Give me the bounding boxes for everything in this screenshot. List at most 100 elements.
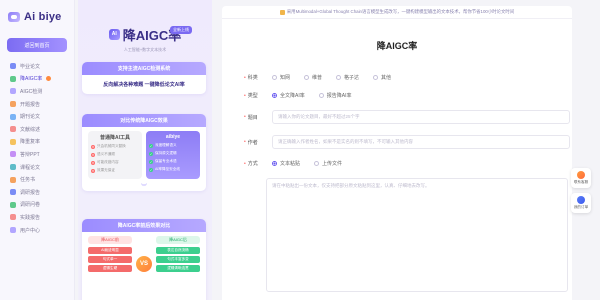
compare-row: ✓ 深度理解语义: [149, 143, 197, 148]
sidebar-item-user-center[interactable]: 用户中心: [0, 224, 74, 237]
title-input[interactable]: 请输入你的论文题目，最好不超过25个字: [272, 110, 570, 124]
compare-text: AI率降至安全线: [155, 167, 180, 171]
sidebar-item-proposal[interactable]: 开题报告: [0, 98, 74, 111]
compare-text: 深度理解语义: [155, 143, 177, 147]
form-row-author: • 作者 请正确输入作者姓名，如果不是实名的则不填写，不可输入其他内容: [244, 135, 570, 149]
compare-row: ✓ 保持原文逻辑: [149, 151, 197, 156]
option-text: 报告降AI率: [326, 93, 352, 99]
sidebar: Ai biye 返回到首页 毕业论文 降AIGC率 AIGC检测 开题报告 期刊…: [0, 0, 75, 300]
label-text: 类型: [247, 93, 258, 99]
user-center-icon: [10, 227, 16, 234]
sidebar-item-label: 开题报告: [20, 101, 41, 108]
sidebar-item-aigc-detect[interactable]: AIGC检测: [0, 85, 74, 98]
sidebar-item-task[interactable]: 任务书: [0, 173, 74, 186]
sidebar-item-journal[interactable]: 期刊论文: [0, 110, 74, 123]
sidebar-item-label: 文献综述: [20, 126, 41, 133]
cross-icon: ✕: [91, 168, 95, 173]
radio[interactable]: [318, 93, 324, 98]
orders-label: 我的订单: [573, 205, 589, 209]
form-row-subject: • 科类 知网 维普 格子达 其他: [244, 74, 570, 82]
compare-col-aibiye: aibiye ✓ 深度理解语义 ✓ 保持原文逻辑 ✓ 保留专业术语 ✓ AI率降至安全线: [146, 131, 200, 179]
check-icon: ✓: [149, 151, 153, 156]
practice-icon: [10, 214, 16, 221]
radio[interactable]: [272, 75, 277, 80]
compare-row: ✕ 可能改错内容: [91, 160, 139, 165]
sidebar-item-survey-report[interactable]: 调研报告: [0, 186, 74, 199]
before-item: AI痕迹明显: [88, 247, 132, 254]
orders-icon: [577, 196, 585, 204]
review-icon: [10, 126, 16, 133]
author-input[interactable]: 请正确输入作者姓名，如果不是实名的则不填写，不可输入其他内容: [272, 135, 570, 149]
sidebar-item-dedup[interactable]: 降重复率: [0, 136, 74, 149]
compare-text: 只会机械同义替换: [97, 144, 126, 148]
compare-row: ✓ AI率降至安全线: [149, 167, 197, 172]
radio-selected[interactable]: [272, 161, 277, 166]
compare-row: ✓ 保留专业术语: [149, 159, 197, 164]
sidebar-item-label: 调研报告: [20, 189, 41, 196]
sidebar-item-questionnaire[interactable]: 调研问卷: [0, 199, 74, 212]
required-mark: •: [244, 160, 246, 167]
sidebar-item-course[interactable]: 课程论文: [0, 161, 74, 174]
option-text: 文本粘贴: [280, 161, 301, 167]
compare-title: 普通降AI工具: [99, 135, 130, 141]
compare-text: 效果无保证: [97, 168, 115, 172]
subject-option-gezida[interactable]: 格子达: [336, 74, 359, 81]
promo-subtitle: 人工智能+数字文本技术: [123, 46, 167, 52]
sidebar-item-label: AIGC检测: [20, 88, 43, 95]
radio[interactable]: [314, 161, 320, 166]
subject-option-cnki[interactable]: 知网: [272, 74, 290, 81]
sidebar-item-thesis[interactable]: 毕业论文: [0, 60, 74, 73]
type-option-full[interactable]: 全文降AI率: [272, 92, 305, 99]
form-row-method: • 方式 文本粘贴 上传文件: [244, 160, 570, 168]
customer-service-button[interactable]: 联系客服: [571, 168, 591, 188]
radio-selected[interactable]: [272, 93, 277, 98]
sidebar-item-reduce-aigc[interactable]: 降AIGC率: [0, 73, 74, 86]
promo-card-systems: 支持主流AIGC检测系统 反向解决各种难题 一键降低论文AI率: [82, 62, 206, 94]
notice-bar: 采用Multimodal+Global Thought Chain语言模型生成改…: [222, 6, 572, 19]
sidebar-item-practice[interactable]: 实践报告: [0, 211, 74, 224]
method-option-paste[interactable]: 文本粘贴: [272, 160, 300, 167]
option-text: 全文降AI率: [280, 93, 305, 99]
after-column: 降AIGC后 表达自然流畅 句式丰富多变 逻辑清晰连贯: [156, 236, 200, 274]
radio[interactable]: [304, 75, 310, 80]
radio[interactable]: [373, 75, 379, 80]
cross-icon: ✕: [91, 144, 95, 149]
sidebar-item-label: 任务书: [20, 177, 36, 184]
app-root: Ai biye 返回到首页 毕业论文 降AIGC率 AIGC检测 开题报告 期刊…: [0, 0, 600, 300]
title-label: • 题目: [244, 114, 272, 121]
cross-icon: ✕: [91, 152, 95, 157]
sidebar-item-label: 用户中心: [20, 227, 41, 234]
brand-name: Ai biye: [24, 11, 62, 23]
required-mark: •: [244, 114, 246, 120]
before-after-compare: 降AIGC前 AI痕迹明显 句式单一 逻辑生硬 VS 降AIGC后 表达自然流畅…: [82, 232, 206, 290]
author-label: • 作者: [244, 139, 272, 146]
logo-icon: [8, 12, 20, 22]
option-text: 格子达: [344, 75, 360, 81]
form-row-title: • 题目 请输入你的论文题目，最好不超过25个字: [244, 110, 570, 124]
compare-row: ✕ 语义不通顺: [91, 152, 139, 157]
text-input-area[interactable]: 请在中粘贴出一份文本，仅支持把部分原文粘贴到这里，认真、仔细地去改写。: [266, 178, 568, 292]
method-option-upload[interactable]: 上传文件: [314, 160, 342, 167]
my-orders-button[interactable]: 我的订单: [571, 193, 591, 213]
compare-row: ✕ 效果无保证: [91, 168, 139, 173]
after-item: 表达自然流畅: [156, 247, 200, 254]
promo-card-compare: 对比传统降AIGC效果 普通降AI工具 ✕ 只会机械同义替换 ✕ 语义不通顺 ✕ 可能…: [82, 114, 206, 191]
sidebar-item-ppt[interactable]: 答辩PPT: [0, 148, 74, 161]
sidebar-item-review[interactable]: 文献综述: [0, 123, 74, 136]
check-icon: ✓: [149, 167, 153, 172]
home-button[interactable]: 返回到首页: [7, 38, 67, 52]
label-text: 科类: [247, 75, 258, 81]
compare-text: 可能改错内容: [97, 160, 119, 164]
form-row-type: • 类型 全文降AI率 报告降AI率: [244, 92, 570, 100]
subject-option-other[interactable]: 其他: [373, 74, 391, 81]
logo[interactable]: Ai biye: [0, 0, 74, 34]
compare-col-normal: 普通降AI工具 ✕ 只会机械同义替换 ✕ 语义不通顺 ✕ 可能改错内容 ✕ 效果无保证: [88, 131, 142, 179]
subject-option-vip[interactable]: 维普: [304, 74, 322, 81]
sidebar-item-label: 调研问卷: [20, 202, 41, 209]
radio[interactable]: [336, 75, 342, 80]
ai-chip-icon: AI: [108, 28, 120, 40]
required-mark: •: [244, 92, 246, 99]
compare-title: aibiye: [165, 134, 181, 140]
type-option-report[interactable]: 报告降AI率: [318, 92, 352, 99]
ppt-icon: [10, 151, 16, 158]
